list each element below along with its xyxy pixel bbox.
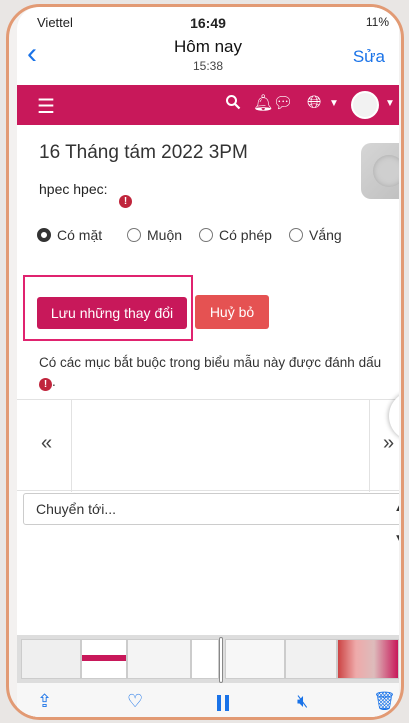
- radio-absent[interactable]: Vắng: [289, 227, 342, 243]
- save-changes-button[interactable]: Lưu những thay đổi: [37, 297, 187, 329]
- menu-icon[interactable]: ☰: [37, 94, 55, 119]
- search-icon[interactable]: [225, 94, 241, 110]
- share-icon[interactable]: ⇪: [37, 691, 52, 712]
- chat-icon[interactable]: 💬︎: [273, 93, 293, 113]
- alert-icon: !: [39, 378, 52, 391]
- jump-to-select[interactable]: Chuyển tới... ▲▼: [23, 493, 399, 544]
- status-bar: Viettel 16:49 11%: [17, 7, 399, 33]
- user-picture: [361, 143, 399, 199]
- pause-icon[interactable]: [217, 695, 229, 711]
- required-fields-note: Có các mục bắt buộc trong biểu mẫu này đ…: [39, 355, 382, 391]
- radio-unselected-icon[interactable]: [127, 228, 141, 242]
- main-content: 16 Tháng tám 2022 3PM hpec hpec: ! Có mặ…: [17, 125, 399, 635]
- status-time: 16:49: [190, 15, 226, 31]
- filmstrip-playhead[interactable]: [219, 637, 223, 683]
- filmstrip-thumb[interactable]: [191, 639, 219, 679]
- radio-selected-icon[interactable]: [37, 228, 51, 242]
- bell-icon[interactable]: 🔔︎: [253, 93, 273, 113]
- divider: [369, 400, 370, 492]
- app-bar: ☰ 🔔︎ 💬︎ 🌐︎ ▼ ▼: [17, 85, 399, 125]
- photo-filmstrip[interactable]: [17, 635, 399, 683]
- heart-icon[interactable]: ♡: [127, 691, 143, 712]
- radio-late[interactable]: Muộn: [127, 227, 182, 243]
- nav-title: Hôm nay: [173, 37, 243, 56]
- next-page-link[interactable]: »: [383, 432, 394, 455]
- trash-icon[interactable]: 🗑︎: [373, 691, 396, 712]
- avatar[interactable]: [351, 91, 379, 119]
- user-label: hpec hpec:: [39, 181, 108, 197]
- cancel-button[interactable]: Huỷ bỏ: [195, 295, 269, 329]
- mute-icon[interactable]: 🔇︎: [297, 691, 308, 712]
- globe-icon[interactable]: 🌐︎: [307, 92, 321, 113]
- edit-button[interactable]: Sửa: [353, 47, 385, 67]
- session-date-title: 16 Tháng tám 2022 3PM: [39, 142, 248, 163]
- chevron-down-icon: ▼: [385, 98, 395, 109]
- filmstrip-thumb[interactable]: [81, 639, 127, 679]
- prev-page-link[interactable]: «: [41, 432, 52, 455]
- activity-pager: « »: [17, 399, 399, 492]
- filmstrip-thumb[interactable]: [127, 639, 191, 679]
- nav-subtitle: 15:38: [192, 59, 224, 73]
- radio-unselected-icon[interactable]: [289, 228, 303, 242]
- screen: Viettel 16:49 11% ‹ Hôm nay 15:38 Sửa ☰ …: [17, 7, 399, 717]
- filmstrip-thumb[interactable]: [285, 639, 337, 679]
- alert-icon: !: [119, 195, 132, 208]
- filmstrip-thumb[interactable]: [21, 639, 81, 679]
- battery-label: 11%: [365, 15, 389, 29]
- radio-unselected-icon[interactable]: [199, 228, 213, 242]
- select-caret-icon: ▲▼: [394, 494, 399, 554]
- radio-excused[interactable]: Có phép: [199, 227, 272, 243]
- filmstrip-thumb[interactable]: [225, 639, 285, 679]
- divider: [71, 400, 72, 492]
- photo-nav-header: ‹ Hôm nay 15:38 Sửa: [17, 33, 399, 85]
- phone-frame: Viettel 16:49 11% ‹ Hôm nay 15:38 Sửa ☰ …: [6, 4, 404, 720]
- filmstrip-thumb[interactable]: [337, 639, 399, 679]
- radio-present[interactable]: Có mặt: [37, 227, 102, 243]
- chevron-down-icon: ▼: [329, 98, 339, 109]
- photo-toolbar: ⇪ ♡ 🔇︎ 🗑︎: [17, 683, 399, 717]
